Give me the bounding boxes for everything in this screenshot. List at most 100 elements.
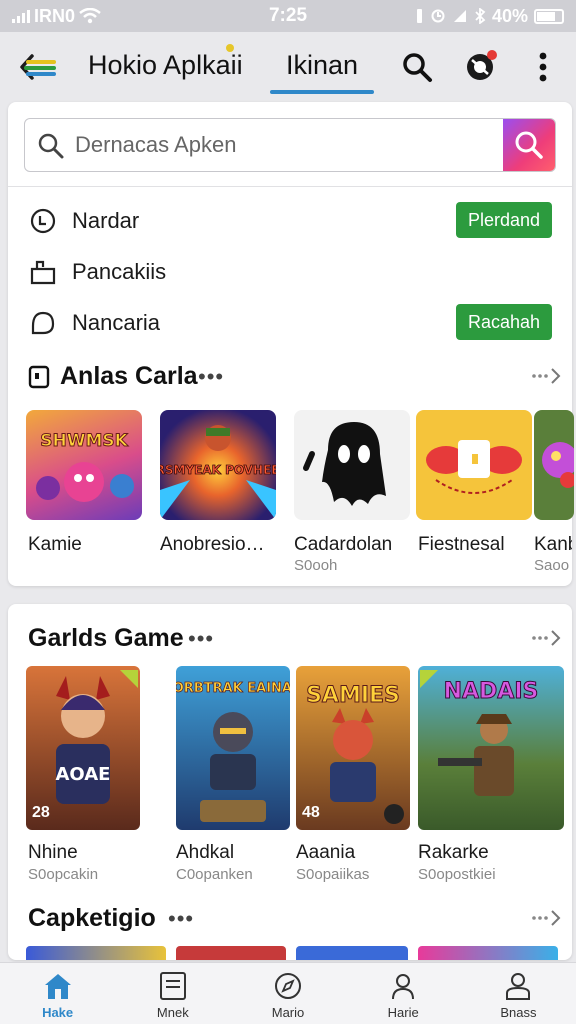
game-subtitle: S0opostkiei xyxy=(418,866,496,883)
tab-ikinan[interactable]: Ikinan xyxy=(270,50,374,94)
section-icon xyxy=(28,365,50,389)
chevron-right-icon[interactable] xyxy=(530,626,564,650)
app-icon-anobresio[interactable]: BRSMYEAK POVHEEN xyxy=(160,410,276,520)
game-tile-aaania[interactable]: SAMIES 48 xyxy=(296,666,410,830)
divider xyxy=(8,186,572,187)
candy-icon xyxy=(426,440,522,494)
chevron-right-icon[interactable] xyxy=(530,364,564,388)
tile-text: SAMIES xyxy=(306,683,400,708)
peek-tile[interactable] xyxy=(296,946,408,960)
app-icon-kamie[interactable]: SHWMSK xyxy=(26,410,142,520)
nav-label: Bnass xyxy=(500,1005,537,1020)
game-name: Rakarke xyxy=(418,842,489,863)
search-icon[interactable] xyxy=(400,50,434,84)
app-name: Anobresio… xyxy=(160,534,265,555)
carrier-label: IRN0 xyxy=(34,5,76,26)
app-icon-cadardolan[interactable] xyxy=(294,410,410,520)
app-icon-kanb[interactable] xyxy=(534,410,574,520)
tile-text: AOAE xyxy=(56,764,111,785)
sync-icon xyxy=(431,9,445,23)
nav-label: Mario xyxy=(271,1005,305,1020)
menu-action-button[interactable]: Plerdand xyxy=(456,202,552,238)
section-dots: ••• xyxy=(168,906,195,931)
menu-label: Nardar xyxy=(72,208,140,233)
battery-icon xyxy=(534,8,564,24)
game-badge: 48 xyxy=(302,804,320,821)
section-header-anlas-carla: Anlas Carla ••• xyxy=(28,360,564,394)
menu-label: Pancakiis xyxy=(72,259,167,284)
tile-text: SHWMSK xyxy=(40,431,128,451)
nav-item-profile[interactable]: Bnass xyxy=(461,963,576,1024)
wifi-icon xyxy=(79,8,101,24)
search-button-icon xyxy=(515,131,543,159)
game-name: Aaania xyxy=(296,842,356,863)
app-subtitle: Saoo xyxy=(534,557,570,574)
section-dots: ••• xyxy=(188,626,215,651)
game-art-icon xyxy=(542,442,574,488)
app-name: Fiestnesal xyxy=(418,534,505,555)
clock-icon xyxy=(30,208,56,234)
tab-label: Ikinan xyxy=(285,50,359,80)
list-icon xyxy=(159,972,186,1000)
more-options-icon[interactable] xyxy=(528,50,558,84)
main-card: Nardar Plerdand Pancakiis Nancaria Racah… xyxy=(8,102,574,586)
nav-label: Hake xyxy=(42,1005,74,1020)
nav-item-user[interactable]: Harie xyxy=(346,963,461,1024)
nav-label: Mnek xyxy=(156,1005,189,1020)
peek-tile[interactable] xyxy=(26,946,166,960)
bluetooth-icon xyxy=(475,8,486,24)
nav-item-list[interactable]: Mnek xyxy=(115,963,230,1024)
user-icon xyxy=(392,974,415,1000)
back-button[interactable] xyxy=(18,50,58,84)
compass-icon xyxy=(275,973,301,999)
menu-item-pancakiis[interactable]: Pancakiis xyxy=(24,251,556,295)
peek-tile[interactable] xyxy=(418,946,558,960)
game-name: Nhine xyxy=(28,842,78,863)
app-name: Kanb xyxy=(534,534,572,555)
ghost-icon xyxy=(303,422,386,506)
signal-icon xyxy=(12,9,30,23)
title-dot-icon xyxy=(226,44,234,52)
battery-percent: 40% xyxy=(491,5,528,26)
app-subtitle: S0ooh xyxy=(294,557,338,574)
menu-action-button[interactable]: Racahah xyxy=(456,304,552,340)
bottom-nav: Hake Mnek Mario Harie Bnass xyxy=(0,962,576,1024)
tile-text: NADAIS xyxy=(444,679,539,704)
nav-item-compass[interactable]: Mario xyxy=(230,963,345,1024)
chevron-right-icon[interactable] xyxy=(530,906,564,930)
section-title: Garlds Game xyxy=(28,624,184,652)
home-icon xyxy=(44,974,71,999)
menu-item-nancaria[interactable]: Nancaria Racahah xyxy=(24,302,556,346)
game-art-icon: BRSMYEAK POVHEEN xyxy=(160,425,276,520)
tab-underline xyxy=(270,90,374,94)
section-title: Capketigio xyxy=(28,904,156,932)
games-card: Garlds Game ••• AOAE 28 SORBTRAK EAINAG … xyxy=(8,604,572,960)
game-tile-nhine[interactable]: AOAE 28 xyxy=(26,666,140,830)
notification-icon[interactable] xyxy=(463,48,499,84)
tile-text: SORBTRAK EAINAG xyxy=(176,681,290,696)
profile-icon xyxy=(506,973,531,1000)
nav-item-home[interactable]: Hake xyxy=(0,963,115,1024)
game-tile-ahdkal[interactable]: SORBTRAK EAINAG xyxy=(176,666,290,830)
search-button[interactable] xyxy=(503,119,555,171)
nav-label: Harie xyxy=(387,1005,419,1020)
cell-signal-icon xyxy=(453,10,466,22)
game-subtitle: S0opaiikas xyxy=(296,866,370,883)
status-bar: IRN0 7:25 40% xyxy=(0,0,576,32)
game-subtitle: C0opanken xyxy=(176,866,253,883)
search-field-icon xyxy=(38,133,64,159)
peek-tile[interactable] xyxy=(176,946,286,960)
knight-icon: SORBTRAK EAINAG xyxy=(176,681,290,822)
section-header-capketigio: Capketigio ••• xyxy=(28,902,564,936)
app-title: Hokio Aplkaii xyxy=(88,50,243,80)
menu-item-nardar[interactable]: Nardar Plerdand xyxy=(24,200,556,244)
app-name: Kamie xyxy=(28,534,82,555)
vibrate-icon xyxy=(416,9,422,23)
app-name: Cadardolan xyxy=(294,534,393,555)
soldier-icon: NADAIS xyxy=(420,670,539,796)
search-input[interactable] xyxy=(75,129,495,161)
game-subtitle: S0opcakin xyxy=(28,866,99,883)
game-tile-rakarke[interactable]: NADAIS xyxy=(418,666,564,830)
search-bar xyxy=(24,118,556,172)
app-icon-fiestnesal[interactable] xyxy=(416,410,532,520)
